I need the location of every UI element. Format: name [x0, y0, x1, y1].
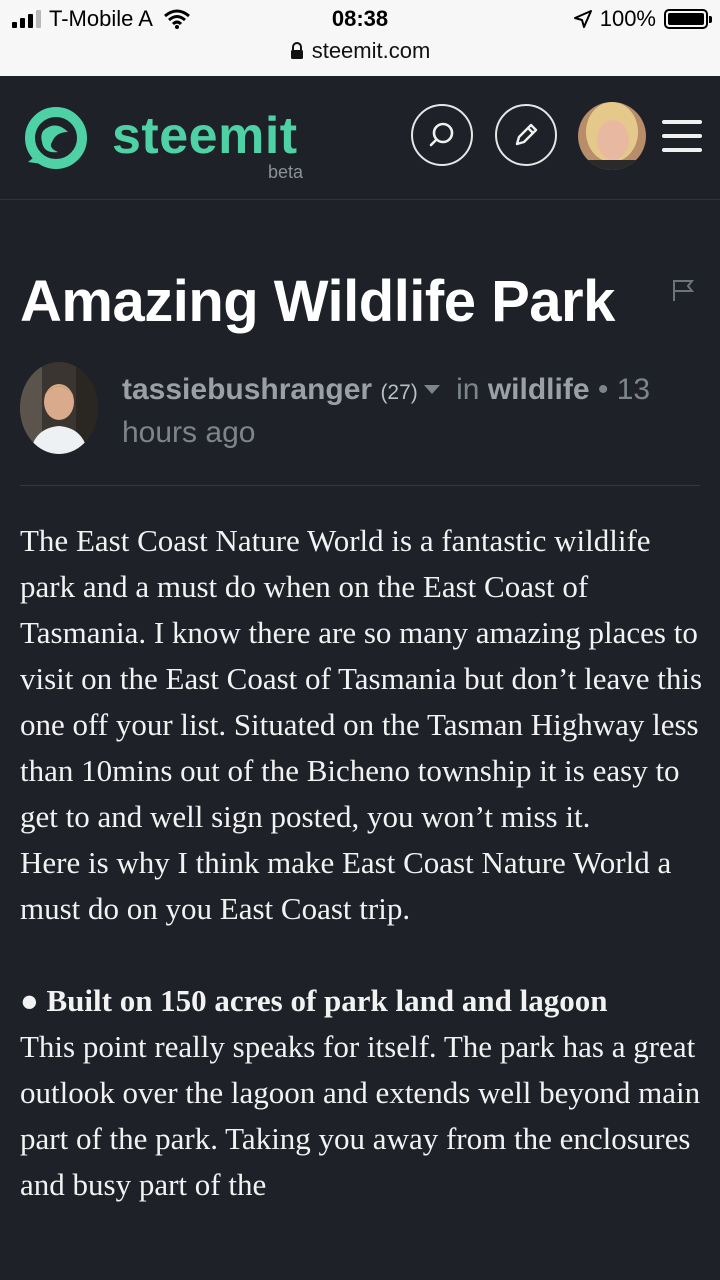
address-bar[interactable]: steemit.com [0, 38, 720, 64]
post-meta: tassiebushranger (27) in wildlife • 13 h… [122, 370, 682, 453]
category-link[interactable]: wildlife [488, 373, 590, 406]
logo-text[interactable]: steemit [112, 106, 298, 166]
search-button[interactable] [411, 104, 473, 166]
search-icon [429, 122, 454, 147]
battery-percent: 100% [599, 6, 656, 31]
in-label: in [456, 373, 480, 406]
author-avatar-image [20, 362, 98, 454]
hamburger-menu-icon[interactable] [662, 120, 702, 152]
pencil-icon [515, 123, 538, 146]
url-text: steemit.com [311, 38, 431, 63]
author-name[interactable]: tassiebushranger [122, 373, 372, 406]
steemit-logo-icon[interactable] [18, 102, 92, 176]
divider [20, 485, 700, 486]
post-body: The East Coast Nature World is a fantast… [20, 518, 710, 1208]
body-paragraph: The East Coast Nature World is a fantast… [20, 523, 703, 834]
status-right: 100% [573, 6, 712, 32]
author-reputation: (27) [380, 381, 418, 404]
status-bar: T-Mobile A 08:38 100% steemit.com [0, 0, 720, 76]
bullet-heading: ● Built on 150 acres of park land and la… [20, 983, 608, 1018]
author-avatar[interactable] [20, 362, 98, 454]
post-title: Amazing Wildlife Park [20, 269, 615, 334]
meta-separator: • [597, 373, 609, 406]
user-avatar-image [578, 102, 646, 170]
chevron-down-icon[interactable] [423, 384, 440, 394]
location-arrow-icon [573, 10, 592, 28]
write-post-button[interactable] [495, 104, 557, 166]
lock-icon [290, 42, 303, 59]
beta-label: beta [268, 162, 304, 182]
site-header: steemit beta [0, 76, 720, 200]
body-paragraph: Here is why I think make East Coast Natu… [20, 845, 672, 926]
battery-icon [664, 9, 712, 29]
body-paragraph: This point really speaks for itself. The… [20, 1029, 701, 1202]
user-avatar[interactable] [578, 102, 646, 170]
flag-icon[interactable] [672, 278, 694, 302]
battery-fill [668, 13, 704, 25]
